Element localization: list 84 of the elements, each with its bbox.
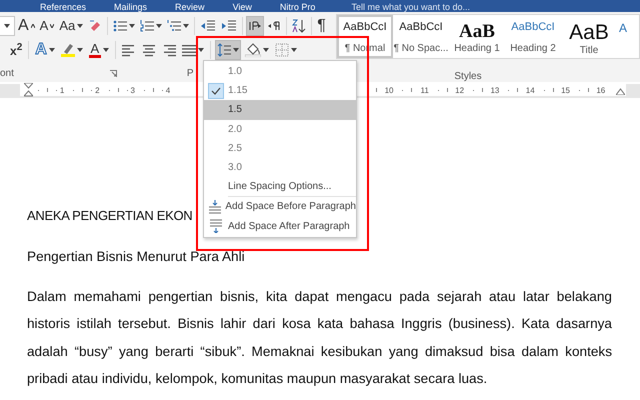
font-color-button[interactable]: A (86, 40, 111, 60)
menu-item[interactable]: 2.5 (204, 138, 356, 158)
menu-item[interactable]: 3.0 (204, 158, 356, 178)
borders-icon (274, 43, 289, 57)
check-icon (211, 86, 221, 95)
outdent-icon (200, 19, 216, 33)
ruler-number: 10 (384, 86, 394, 94)
caret-icon[interactable] (48, 48, 55, 52)
caret-icon[interactable] (4, 24, 10, 28)
caret-icon[interactable] (183, 24, 190, 28)
document-heading: ANEKA PENGERTIAN EKON (27, 208, 194, 223)
show-marks-button[interactable]: ¶ (315, 16, 328, 36)
indent-icon (221, 19, 238, 33)
highlighter-icon (60, 43, 75, 57)
paint-bucket-icon (244, 43, 261, 57)
group-label: Styles (454, 71, 482, 82)
bullet-list-icon (113, 19, 128, 33)
indent-marker-icon[interactable] (24, 83, 33, 97)
ruler-number: 4 (164, 86, 172, 94)
justify-icon (182, 43, 196, 57)
group-label: ont (0, 68, 14, 78)
right-to-left-icon (267, 20, 282, 32)
line-spacing-icon (216, 43, 231, 57)
menu-item[interactable]: Add Space Before Paragraph (204, 197, 356, 216)
ribbon-tab[interactable]: Mailings (114, 2, 148, 12)
caret-icon[interactable] (76, 48, 83, 52)
down-tick-icon (50, 24, 54, 28)
space-before-icon (208, 200, 222, 214)
ruler-number: 11 (419, 86, 430, 94)
ribbon-tab[interactable]: View (232, 2, 252, 12)
sort-icon (292, 19, 306, 33)
document-subheading: Pengertian Bisnis Menurut Para Ahli (27, 249, 246, 264)
numbered-list-icon (140, 19, 154, 33)
color-bar-icon (88, 54, 101, 58)
ribbon-tab[interactable]: Nitro Pro (280, 2, 316, 12)
align-right-icon (162, 43, 176, 57)
menu-item[interactable]: 1.0 (204, 62, 356, 82)
align-center-icon (142, 43, 156, 57)
ruler-number: 16 (595, 86, 606, 94)
ruler-number: 12 (454, 86, 466, 94)
style-tile[interactable]: AaB Title (561, 15, 617, 58)
ruler-number: 1 (58, 86, 66, 94)
ribbon-tab[interactable]: Review (175, 2, 205, 12)
ruler-number: 2 (94, 86, 101, 94)
superscript-button[interactable]: x$^{2}$ (8, 40, 24, 60)
change-case-button[interactable]: Aa (57, 16, 86, 36)
caret-icon[interactable] (290, 48, 297, 52)
ruler-number: 15 (560, 86, 571, 94)
font-size-field[interactable] (0, 16, 15, 36)
align-left-icon (122, 43, 136, 57)
style-tile[interactable]: AaB Heading 1 (449, 15, 505, 58)
menu-item[interactable]: 1.15 (204, 81, 356, 100)
caret-icon[interactable] (198, 48, 204, 52)
caret-icon[interactable] (77, 24, 84, 28)
caret-icon[interactable] (129, 24, 136, 28)
space-after-icon (209, 219, 223, 234)
left-to-right-icon (248, 20, 262, 32)
caret-icon[interactable] (156, 24, 162, 28)
ruler-number: 14 (524, 86, 536, 94)
tell-me-field[interactable]: Tell me what you want to do... (351, 2, 470, 12)
grow-font-button[interactable]: A (16, 16, 37, 36)
eraser-icon (88, 19, 102, 33)
group-label: P (186, 68, 194, 78)
line-spacing-button[interactable] (214, 40, 241, 60)
ribbon-tab[interactable]: References (40, 2, 86, 12)
style-tile[interactable]: A (617, 15, 633, 58)
ruler-number: 3 (129, 86, 136, 94)
menu-item[interactable]: 2.0 (204, 120, 356, 139)
ruler-number: 13 (489, 86, 500, 94)
caret-icon[interactable] (102, 48, 109, 52)
caret-icon[interactable] (262, 48, 269, 52)
style-tile[interactable]: AaBbCcI ¶ No Spac... (393, 15, 449, 58)
text-direction-button[interactable] (246, 16, 264, 36)
right-indent-marker-icon[interactable] (616, 87, 625, 95)
style-tile[interactable]: AaBbCcI Heading 2 (505, 15, 561, 58)
multilevel-list-icon (167, 19, 182, 33)
shrink-font-button[interactable]: A (38, 16, 56, 36)
caret-icon[interactable] (232, 48, 239, 52)
document-paragraph: Dalam memahami pengertian bisnis, kita dapat mengacu pada sejarah atau latar belakang historis istilah tersebut. Bisnis lahir dari kosa kata bahasa Inggris (business). Kata dasarnya adalah “busy” yang berarti “sibuk”. Memaknai kesibukan yang dimaksud bisa dalam konteks pribadi atau individu, kelompok, komunitas maupun masyarakat secara luas. (27, 288, 612, 388)
up-tick-icon (30, 24, 35, 28)
menu-item[interactable]: Line Spacing Options... (204, 177, 356, 196)
menu-item[interactable]: 1.5 (204, 100, 356, 120)
dialog-launcher-icon[interactable] (110, 70, 117, 76)
menu-item[interactable]: Add Space After Paragraph (204, 216, 356, 236)
